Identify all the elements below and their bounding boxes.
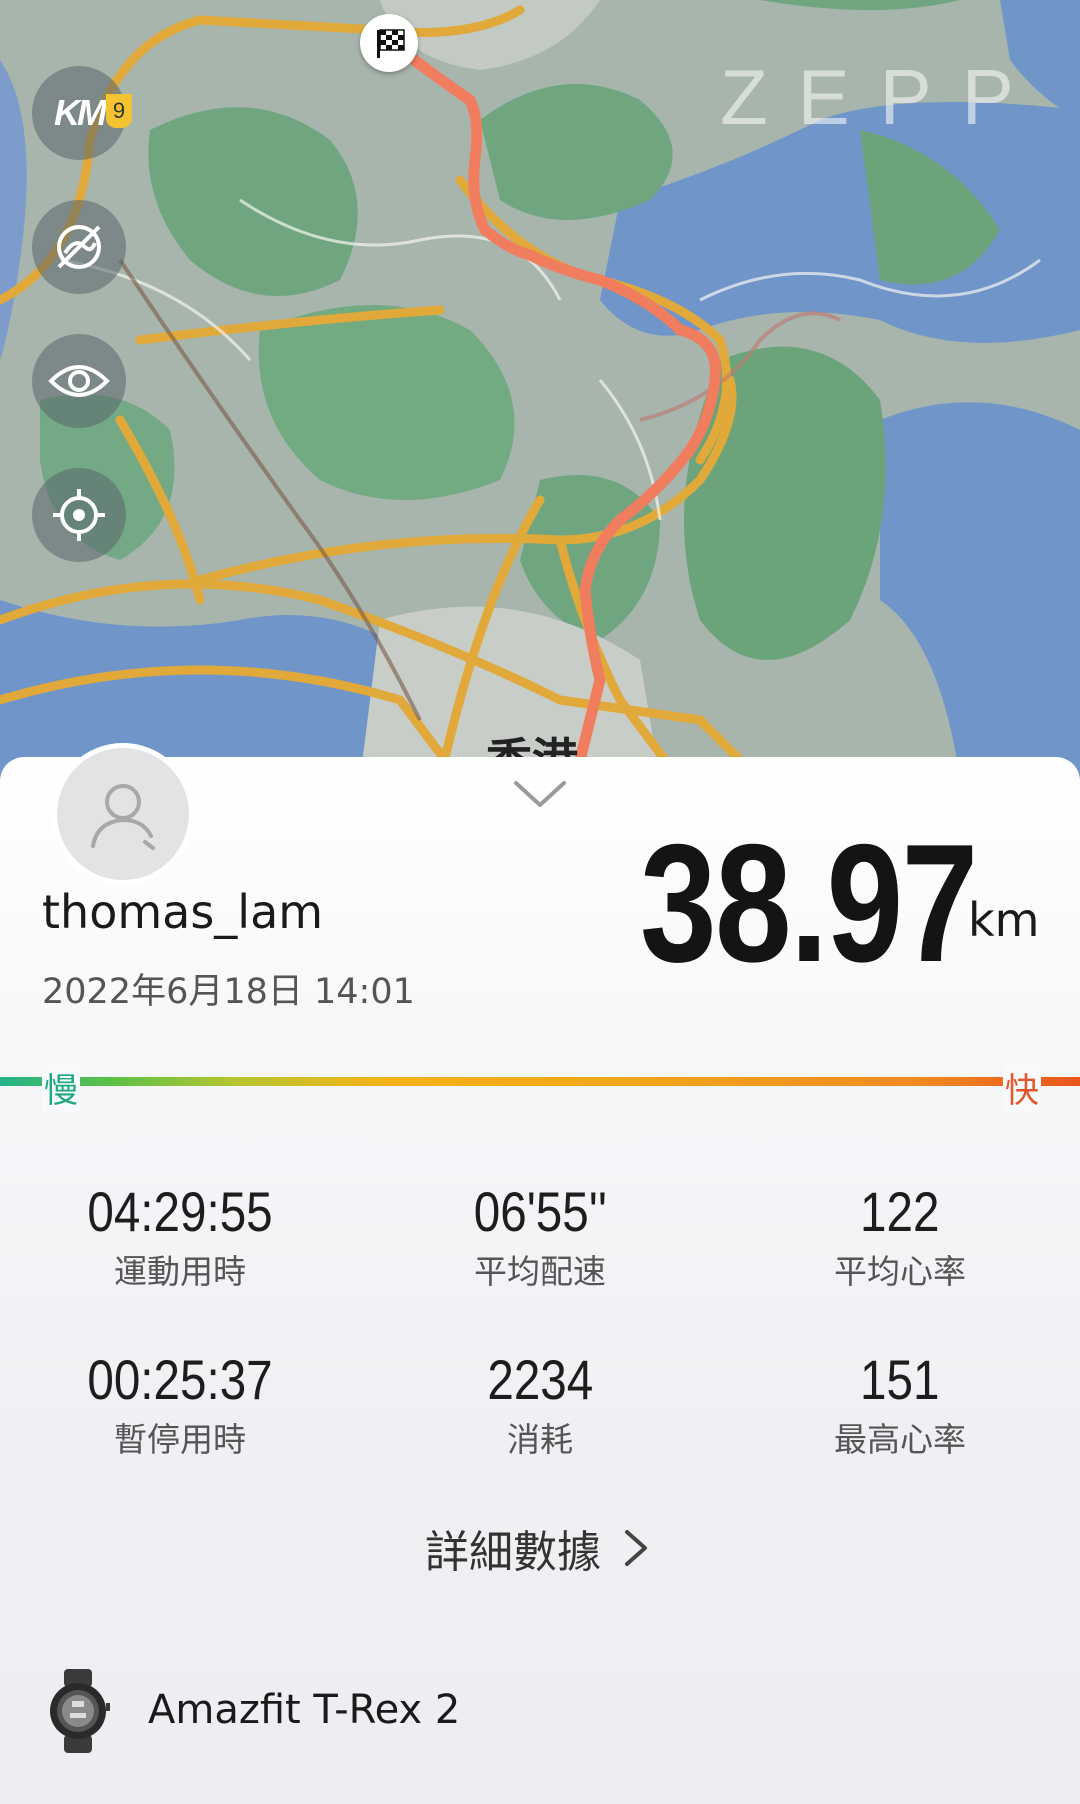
workout-summary-sheet: thomas_lam 2022年6月18日 14:01 38.97 km 慢 快… bbox=[0, 743, 1080, 1804]
eye-icon bbox=[48, 365, 110, 397]
chevron-right-icon bbox=[625, 1530, 647, 1566]
device-name: Amazfit T-Rex 2 bbox=[148, 1687, 461, 1733]
stat-pause-time: 00:25:37 暫停用時 bbox=[20, 1345, 340, 1465]
stat-label: 最高心率 bbox=[834, 1420, 966, 1459]
stat-value: 04:29:55 bbox=[87, 1180, 273, 1243]
zepp-logo: ZEPP bbox=[720, 53, 1044, 141]
detailed-data-link[interactable]: 詳細數據 bbox=[380, 1513, 700, 1583]
stat-value: 122 bbox=[860, 1180, 940, 1243]
distance-unit: km bbox=[968, 893, 1040, 947]
km-markers-icon: KM bbox=[54, 92, 107, 133]
km-markers-button[interactable]: KM 9 bbox=[32, 66, 132, 160]
avatar[interactable] bbox=[52, 743, 194, 885]
stat-label: 平均心率 bbox=[834, 1252, 966, 1291]
workout-datetime: 2022年6月18日 14:01 bbox=[42, 972, 415, 1012]
device-row[interactable]: Amazfit T-Rex 2 bbox=[0, 1647, 1080, 1777]
toggle-route-button[interactable] bbox=[32, 200, 126, 294]
locate-button[interactable] bbox=[32, 468, 126, 562]
username: thomas_lam bbox=[42, 885, 324, 939]
pace-gradient-bar bbox=[0, 1077, 1080, 1086]
distance-value: 38.97 bbox=[640, 809, 978, 997]
route-hidden-icon bbox=[57, 225, 101, 269]
stat-average-heart-rate: 122 平均心率 bbox=[740, 1177, 1060, 1297]
detailed-data-label: 詳細數據 bbox=[425, 1527, 601, 1578]
user-icon bbox=[91, 784, 155, 850]
stat-exercise-time: 04:29:55 運動用時 bbox=[20, 1177, 340, 1297]
stat-average-pace: 06'55'' 平均配速 bbox=[380, 1177, 700, 1297]
stat-value: 151 bbox=[860, 1348, 940, 1411]
stat-label: 運動用時 bbox=[114, 1252, 246, 1291]
stat-label: 暫停用時 bbox=[114, 1420, 246, 1459]
stat-value: 00:25:37 bbox=[87, 1348, 273, 1411]
watch-icon bbox=[50, 1669, 110, 1753]
workout-screen: ZEPP KM 9 thomas_lam 2022年6月18日 14:01 38… bbox=[0, 0, 1080, 1804]
stat-calories: 2234 消耗 bbox=[380, 1345, 700, 1465]
stat-label: 消耗 bbox=[507, 1420, 573, 1459]
pace-slow-label: 慢 bbox=[42, 1063, 80, 1112]
locate-icon bbox=[53, 489, 105, 541]
km-count-badge: 9 bbox=[106, 94, 132, 128]
stat-max-heart-rate: 151 最高心率 bbox=[740, 1345, 1060, 1465]
route-map[interactable]: ZEPP KM 9 bbox=[0, 0, 1080, 780]
view-toggle-button[interactable] bbox=[32, 334, 126, 428]
checkered-flag-icon bbox=[360, 14, 418, 72]
stat-value: 2234 bbox=[487, 1348, 593, 1411]
stat-value: 06'55'' bbox=[473, 1180, 607, 1243]
pace-fast-label: 快 bbox=[1003, 1063, 1041, 1112]
collapse-chevron-icon[interactable] bbox=[510, 775, 570, 811]
stat-label: 平均配速 bbox=[474, 1252, 606, 1291]
